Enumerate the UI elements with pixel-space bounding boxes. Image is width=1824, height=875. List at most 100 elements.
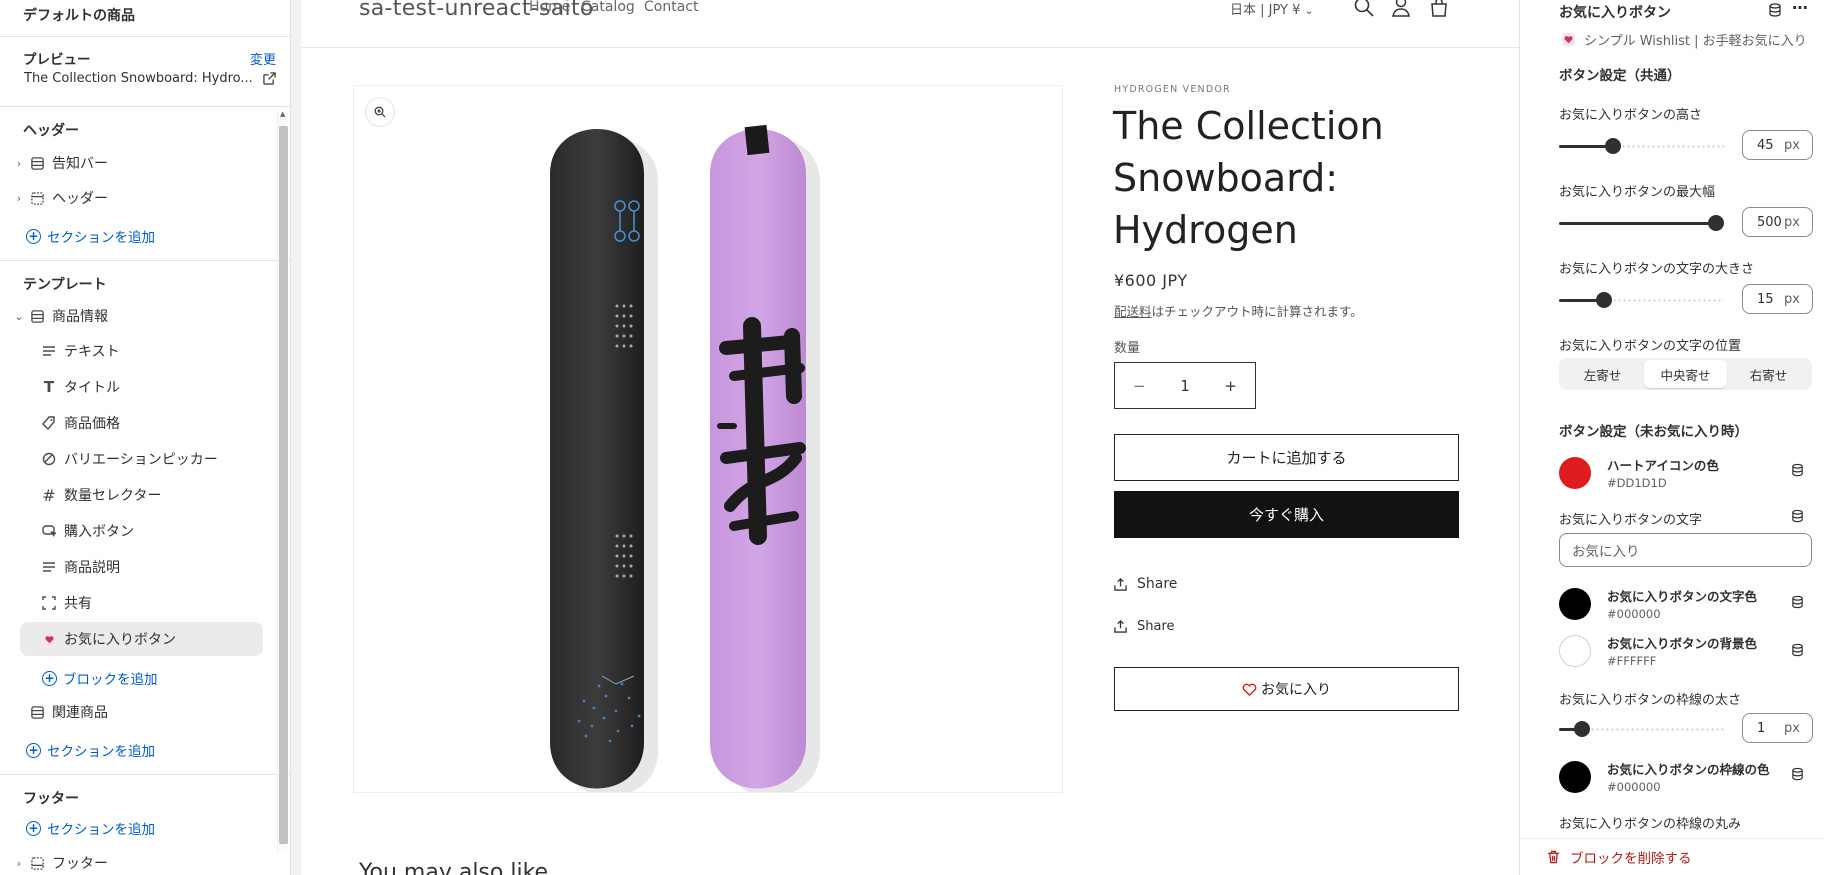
quantity-input[interactable]: 1: [1180, 377, 1190, 395]
database-icon[interactable]: [1791, 643, 1804, 657]
search-icon[interactable]: [1353, 0, 1375, 18]
text-color-setting[interactable]: お気に入りボタンの文字色 #000000: [1559, 586, 1757, 621]
nav-home[interactable]: Home: [529, 0, 570, 15]
slider-knob[interactable]: [1708, 215, 1724, 231]
left-sidebar: デフォルトの商品 プレビュー 変更 The Collection Snowboa…: [0, 0, 291, 875]
sidebar-item-related-products[interactable]: 関連商品: [12, 697, 276, 727]
product-image-snowboards[interactable]: [354, 86, 1062, 792]
database-icon[interactable]: [1768, 3, 1782, 17]
height-slider[interactable]: [1559, 138, 1724, 154]
quantity-increase-button[interactable]: +: [1224, 377, 1237, 395]
sidebar-item-footer[interactable]: › フッター: [12, 848, 276, 875]
border-color-setting[interactable]: お気に入りボタンの枠線の色 #000000: [1559, 759, 1770, 794]
share-label: Share: [1137, 619, 1175, 634]
sidebar-item-product-info[interactable]: ⌄ 商品情報: [12, 301, 276, 331]
database-icon[interactable]: [1791, 767, 1804, 781]
preview-product[interactable]: The Collection Snowboard: Hydro...: [24, 71, 276, 86]
chevron-right-icon[interactable]: ›: [12, 857, 26, 870]
block-label: タイトル: [64, 380, 120, 396]
block-item-text[interactable]: テキスト: [40, 336, 120, 366]
database-icon[interactable]: [1791, 595, 1804, 609]
settings-title: お気に入りボタン: [1559, 5, 1671, 21]
block-item-quantity-selector[interactable]: # 数量セレクター: [40, 480, 161, 510]
add-section-label: セクションを追加: [47, 230, 155, 246]
scrollbar-thumb[interactable]: [279, 126, 288, 844]
scroll-up-arrow-icon[interactable]: ▲: [280, 110, 285, 118]
align-left-option[interactable]: 左寄せ: [1561, 360, 1644, 388]
button-text-input[interactable]: お気に入り: [1559, 533, 1812, 567]
add-section-button[interactable]: + セクションを追加: [26, 818, 155, 838]
background-color-setting[interactable]: お気に入りボタンの背景色 #FFFFFF: [1559, 633, 1757, 668]
align-center-option[interactable]: 中央寄せ: [1644, 360, 1727, 388]
sidebar-item-announcement[interactable]: › 告知バー: [12, 148, 276, 178]
block-item-title[interactable]: T タイトル: [40, 372, 120, 402]
section-icon: [26, 156, 48, 171]
add-block-label: ブロックを追加: [63, 672, 158, 688]
nav-catalog[interactable]: Catalog: [581, 0, 635, 15]
share-button[interactable]: Share: [1114, 619, 1175, 634]
app-source: シンプル Wishlist | お手軽お気に入り: [1562, 30, 1807, 49]
add-to-cart-button[interactable]: カートに追加する: [1114, 434, 1459, 481]
block-item-buy-button[interactable]: 購入ボタン: [40, 516, 134, 546]
block-item-wishlist-button[interactable]: お気に入りボタン: [40, 624, 176, 654]
chevron-down-icon[interactable]: ⌄: [12, 310, 26, 323]
color-swatch[interactable]: [1559, 456, 1591, 489]
align-right-option[interactable]: 右寄せ: [1727, 360, 1810, 388]
divider: [0, 36, 290, 37]
locale-selector[interactable]: 日本 | JPY ¥ ⌄: [1230, 0, 1314, 18]
block-label: 共有: [64, 596, 92, 612]
font-size-input[interactable]: 15 px: [1742, 284, 1813, 314]
slider-knob[interactable]: [1605, 138, 1621, 154]
setting-label: お気に入りボタンの文字の大きさ: [1559, 262, 1755, 277]
section-icon: [26, 309, 48, 324]
add-section-button[interactable]: + セクションを追加: [26, 740, 155, 760]
height-input[interactable]: 45 px: [1742, 130, 1813, 160]
add-block-button[interactable]: + ブロックを追加: [42, 668, 158, 688]
sidebar-item-label: 関連商品: [52, 705, 108, 721]
database-icon[interactable]: [1791, 509, 1804, 523]
text-lines-icon: [40, 561, 58, 573]
border-width-input[interactable]: 1 px: [1742, 713, 1813, 743]
block-item-variant-picker[interactable]: バリエーションピッカー: [40, 444, 218, 474]
product-price: ¥600 JPY: [1114, 271, 1188, 290]
chevron-right-icon[interactable]: ›: [12, 157, 26, 170]
wishlist-button[interactable]: お気に入り: [1114, 667, 1459, 711]
shipping-link[interactable]: 配送料: [1114, 304, 1152, 319]
add-section-label: セクションを追加: [47, 822, 155, 838]
chevron-down-icon: ⌄: [1304, 4, 1314, 17]
border-width-value: 1: [1757, 720, 1766, 736]
color-swatch[interactable]: [1559, 760, 1591, 793]
sidebar-item-header[interactable]: › ヘッダー: [12, 183, 276, 213]
max-width-slider[interactable]: [1559, 215, 1724, 231]
preview-change-link[interactable]: 変更: [250, 49, 276, 68]
color-hex: #FFFFFF: [1607, 654, 1657, 668]
heart-color-setting[interactable]: ハートアイコンの色 #DD1D1D: [1559, 455, 1719, 490]
block-label: テキスト: [64, 344, 120, 360]
share-button[interactable]: Share: [1114, 576, 1177, 592]
color-swatch[interactable]: [1559, 587, 1591, 620]
buy-now-button[interactable]: 今すぐ購入: [1114, 491, 1459, 538]
setting-label: お気に入りボタンの枠線の太さ: [1559, 693, 1742, 708]
color-swatch[interactable]: [1559, 634, 1591, 667]
account-icon[interactable]: [1390, 0, 1412, 18]
slider-knob[interactable]: [1596, 292, 1612, 308]
quantity-decrease-button[interactable]: −: [1133, 377, 1146, 395]
delete-block-label: ブロックを削除する: [1570, 851, 1692, 867]
chevron-right-icon[interactable]: ›: [12, 192, 26, 205]
font-size-slider[interactable]: [1559, 292, 1724, 308]
slider-knob[interactable]: [1574, 721, 1590, 737]
cart-icon[interactable]: [1428, 0, 1450, 18]
plus-circle-icon: +: [42, 670, 57, 686]
block-item-description[interactable]: 商品説明: [40, 552, 120, 582]
delete-block-button[interactable]: ブロックを削除する: [1520, 838, 1824, 875]
database-icon[interactable]: [1791, 463, 1804, 477]
max-width-input[interactable]: 500 px: [1742, 207, 1813, 237]
more-options-icon[interactable]: ⋯: [1792, 0, 1808, 17]
nav-contact[interactable]: Contact: [644, 0, 698, 15]
block-item-share[interactable]: 共有: [40, 588, 92, 618]
height-value: 45: [1757, 137, 1774, 153]
block-item-price[interactable]: 商品価格: [40, 408, 120, 438]
sidebar-scrollbar[interactable]: ▲: [277, 110, 288, 852]
add-section-button[interactable]: + セクションを追加: [26, 226, 155, 246]
border-width-slider[interactable]: [1559, 721, 1724, 737]
